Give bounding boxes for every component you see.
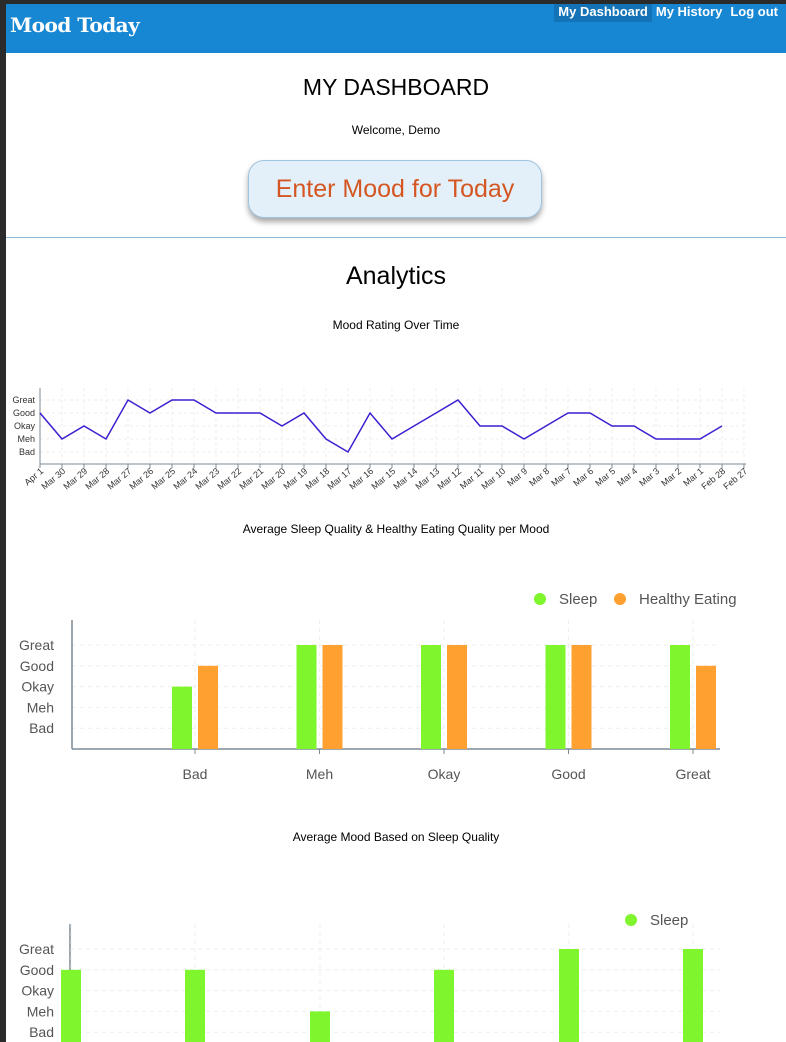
y-tick-label: Great [12,395,35,405]
x-tick-label: Mar 22 [215,466,243,492]
x-tick-label: Mar 7 [549,466,573,488]
x-tick-label: Mar 4 [615,466,639,488]
legend-sleep-label: Sleep [559,591,597,608]
browser-viewport: Mood Today My Dashboard My History Log o… [6,4,786,1042]
x-tick-label: Mar 29 [61,466,89,492]
nav-logout[interactable]: Log out [726,4,782,22]
bar-sleep [670,645,690,749]
chart-title-mood-over-time: Mood Rating Over Time [332,318,460,332]
x-tick-label: Mar 12 [435,466,463,492]
analytics-heading: Analytics [345,262,447,290]
bar-sleep [172,686,192,749]
y-tick-label: Okay [21,679,54,695]
x-tick-label: Mar 2 [659,466,683,488]
x-tick-label: Mar 27 [105,466,133,492]
y-tick-label: Good [20,658,54,674]
y-tick-label: Bad [29,1024,54,1040]
x-tick-label: Bad [183,766,208,782]
x-tick-label: Mar 6 [571,466,595,488]
legend-sleep-swatch [625,914,637,926]
y-tick-label: Good [13,408,35,418]
bar-healthy-eating [447,645,467,749]
bar-sleep [296,645,317,749]
x-tick-label: Mar 16 [347,466,375,492]
x-tick-label: Mar 25 [149,466,177,492]
x-tick-label: Mar 26 [127,466,155,492]
legend-eating-label: Healthy Eating [639,591,737,608]
bar-healthy-eating [198,665,218,749]
y-tick-label: Meh [17,434,35,444]
sleep-eating-chart: Bad Meh Okay Good Great Bad Meh Okay Good Great Sl… [19,591,737,782]
nav-links: My Dashboard My History Log out [554,4,782,22]
section-divider [6,237,786,238]
x-tick-label: Feb 27 [721,466,749,492]
x-tick-label: Mar 15 [369,466,397,492]
bar-sleep [185,969,205,1042]
y-tick-label: Great [19,637,54,653]
y-tick-label: Meh [27,1003,54,1019]
x-tick-label: Mar 10 [479,466,507,492]
x-tick-label: Mar 9 [505,466,529,488]
x-tick-label: Mar 28 [83,466,111,492]
x-tick-label: Mar 5 [593,466,617,488]
bar-healthy-eating [322,645,343,749]
chart-title-sleep-eating: Average Sleep Quality & Healthy Eating Q… [242,522,550,536]
y-tick-label: Meh [27,699,54,715]
y-tick-label: Great [19,941,54,957]
x-tick-label: Mar 21 [237,466,265,492]
x-tick-label: Mar 30 [39,466,67,492]
bar-healthy-eating [571,645,592,749]
x-tick-label: Mar 19 [281,466,309,492]
nav-my-dashboard[interactable]: My Dashboard [554,4,652,22]
x-tick-label: Good [551,766,585,782]
x-tick-label: Okay [428,766,461,782]
page-title: MY DASHBOARD [302,74,490,100]
bar-sleep [310,1011,330,1042]
bar-sleep [545,645,566,749]
x-tick-label: Mar 14 [391,466,419,492]
legend-eating-swatch [614,593,626,605]
bar-healthy-eating [696,665,716,749]
legend-sleep-swatch [534,593,546,605]
mood-over-time-chart: BadMehOkayGoodGreatApr 1Mar 30Mar 29Mar … [12,388,749,492]
x-tick-label: Mar 23 [193,466,221,492]
y-tick-label: Good [20,962,54,978]
x-tick-label: Meh [306,766,333,782]
x-tick-label: Mar 17 [325,466,353,492]
legend-sleep-label: Sleep [650,912,688,929]
enter-mood-button[interactable]: Enter Mood for Today [248,160,542,218]
welcome-text: Welcome, Demo [351,123,441,137]
navbar: Mood Today My Dashboard My History Log o… [6,4,786,53]
chart-title-mood-by-sleep: Average Mood Based on Sleep Quality [292,830,500,844]
mood-by-sleep-chart: Bad Meh Okay Good Great Sleep [19,912,720,1042]
x-tick-label: Mar 8 [527,466,551,488]
y-tick-label: Bad [29,720,54,736]
x-tick-label: Great [675,766,710,782]
app-brand[interactable]: Mood Today [10,13,140,37]
bar-sleep [683,949,703,1042]
x-tick-label: Mar 18 [303,466,331,492]
y-tick-label: Okay [14,421,36,431]
x-tick-label: Mar 3 [637,466,661,488]
x-tick-label: Mar 13 [413,466,441,492]
x-tick-label: Feb 28 [699,466,727,492]
bar-sleep [559,949,579,1042]
y-tick-label: Bad [19,447,35,457]
bar-sleep [61,969,81,1042]
x-tick-label: Mar 24 [171,466,199,492]
bar-sleep [434,969,454,1042]
nav-my-history[interactable]: My History [652,4,726,22]
bar-sleep [421,645,441,749]
y-tick-label: Okay [21,983,54,999]
x-tick-label: Mar 20 [259,466,287,492]
